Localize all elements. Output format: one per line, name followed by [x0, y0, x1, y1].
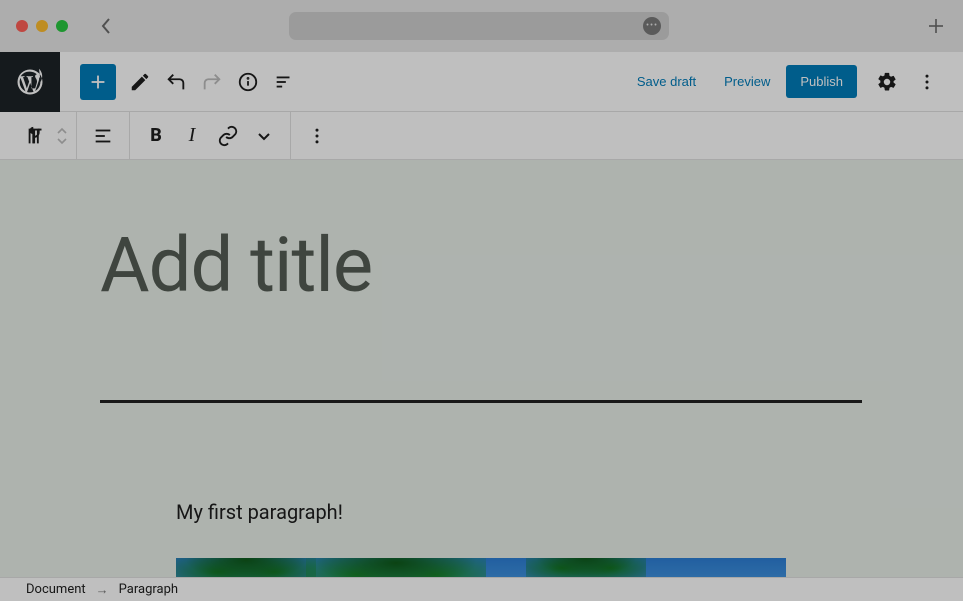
preview-button[interactable]: Preview	[712, 66, 782, 97]
breadcrumb-root[interactable]: Document	[26, 582, 86, 597]
separator-block[interactable]	[100, 400, 862, 403]
settings-button[interactable]	[869, 64, 905, 100]
block-more-options[interactable]	[299, 118, 335, 154]
list-view-button[interactable]	[266, 64, 302, 100]
maximize-window-button[interactable]	[56, 20, 68, 32]
new-tab-button[interactable]	[927, 17, 945, 39]
browser-url-bar[interactable]: •••	[289, 12, 669, 40]
image-block[interactable]	[176, 558, 786, 577]
paragraph-block[interactable]: My first paragraph!	[176, 500, 343, 524]
save-draft-button[interactable]: Save draft	[625, 66, 708, 97]
close-window-button[interactable]	[16, 20, 28, 32]
window-titlebar: •••	[0, 0, 963, 52]
chevron-right-icon: →	[96, 582, 109, 598]
post-title-input[interactable]: Add title	[100, 220, 372, 310]
more-options-button[interactable]	[909, 64, 945, 100]
wordpress-logo[interactable]	[0, 52, 60, 112]
editor-canvas[interactable]: Add title My first paragraph!	[0, 160, 963, 577]
paragraph-block-icon[interactable]	[18, 118, 54, 154]
publish-button[interactable]: Publish	[786, 65, 857, 98]
info-button[interactable]	[230, 64, 266, 100]
breadcrumb-current[interactable]: Paragraph	[119, 582, 178, 597]
redo-button	[194, 64, 230, 100]
align-button[interactable]	[85, 118, 121, 154]
block-toolbar: B I	[0, 112, 963, 160]
block-mover[interactable]	[54, 127, 68, 145]
edit-tool-icon[interactable]	[122, 64, 158, 100]
browser-back-button[interactable]	[96, 16, 116, 36]
italic-button[interactable]: I	[174, 118, 210, 154]
more-format-button[interactable]	[246, 118, 282, 154]
minimize-window-button[interactable]	[36, 20, 48, 32]
bold-button[interactable]: B	[138, 118, 174, 154]
reader-icon[interactable]: •••	[643, 17, 661, 35]
add-block-button[interactable]	[80, 64, 116, 100]
link-button[interactable]	[210, 118, 246, 154]
traffic-lights	[16, 20, 68, 32]
undo-button[interactable]	[158, 64, 194, 100]
editor-top-bar: Save draft Preview Publish	[0, 52, 963, 112]
block-breadcrumb: Document → Paragraph	[0, 577, 963, 601]
